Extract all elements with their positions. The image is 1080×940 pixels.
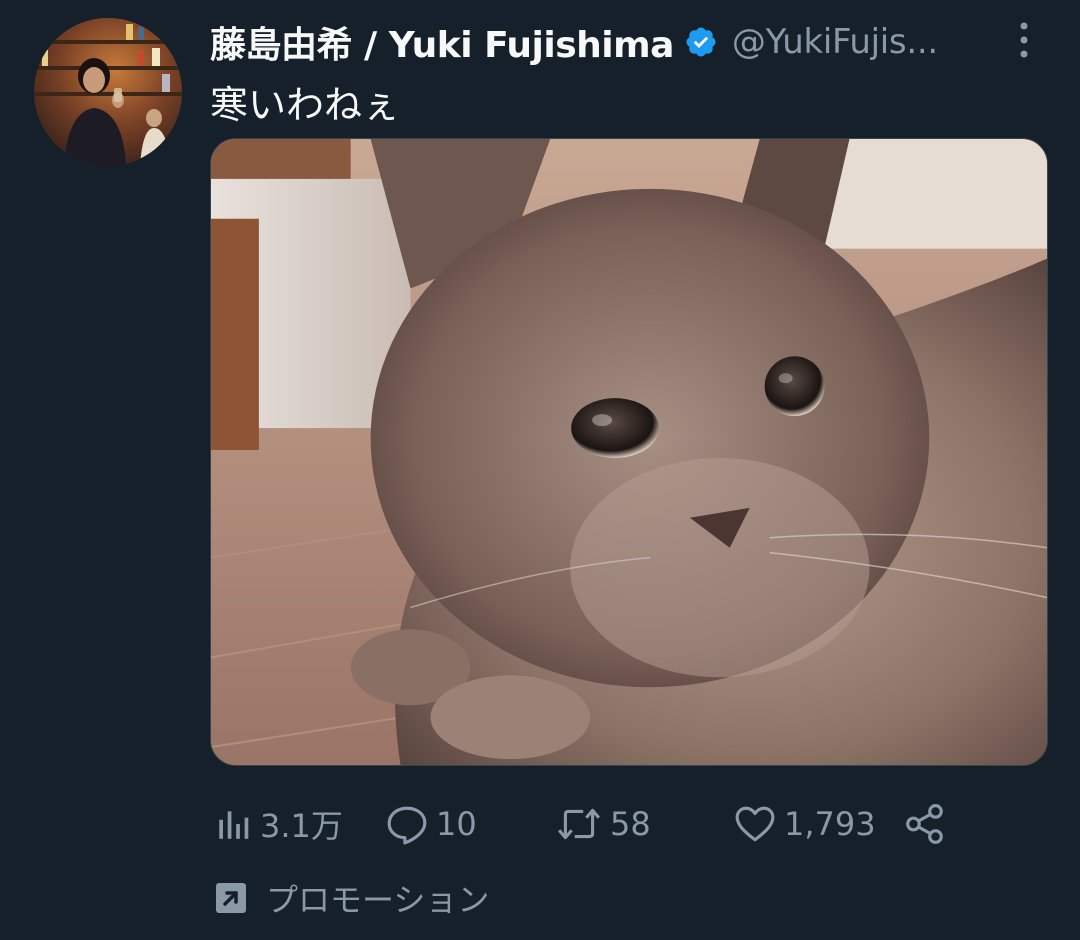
retweet-button[interactable]: 58	[556, 796, 651, 852]
like-count: 1,793	[784, 805, 876, 843]
share-button[interactable]	[904, 796, 946, 852]
reply-count: 10	[436, 805, 477, 843]
share-icon	[906, 804, 943, 844]
bar-chart-icon	[219, 811, 249, 839]
display-name[interactable]: 藤島由希 / Yuki Fujishima	[210, 16, 674, 68]
more-vertical-icon	[1020, 22, 1028, 58]
verified-badge-icon	[684, 25, 718, 59]
tweet-media-photo[interactable]	[210, 138, 1048, 766]
views-button[interactable]: 3.1万	[214, 796, 343, 852]
user-handle[interactable]: @YukiFujis...	[732, 22, 938, 62]
views-count: 3.1万	[260, 807, 343, 845]
retweet-icon	[557, 808, 601, 840]
tweet-header: 藤島由希 / Yuki Fujishima @YukiFujis...	[210, 14, 1010, 70]
promotion-text: プロモーション	[266, 881, 490, 919]
profile-photo	[34, 18, 182, 166]
more-options-button[interactable]	[1006, 18, 1042, 62]
speech-bubble-icon	[387, 806, 427, 845]
like-button[interactable]: 1,793	[734, 796, 876, 852]
promoted-label: プロモーション	[214, 872, 489, 924]
promoted-arrow-icon	[216, 883, 246, 913]
tweet-actions: 3.1万 10 58 1,793	[214, 796, 974, 852]
heart-icon	[735, 806, 775, 842]
retweet-count: 58	[610, 805, 651, 843]
cat-photo	[211, 139, 1047, 765]
avatar[interactable]	[34, 18, 182, 166]
tweet-card[interactable]: 藤島由希 / Yuki Fujishima @YukiFujis... 寒いわね…	[0, 0, 1080, 940]
tweet-text: 寒いわねぇ	[210, 83, 401, 127]
reply-button[interactable]: 10	[386, 796, 477, 852]
